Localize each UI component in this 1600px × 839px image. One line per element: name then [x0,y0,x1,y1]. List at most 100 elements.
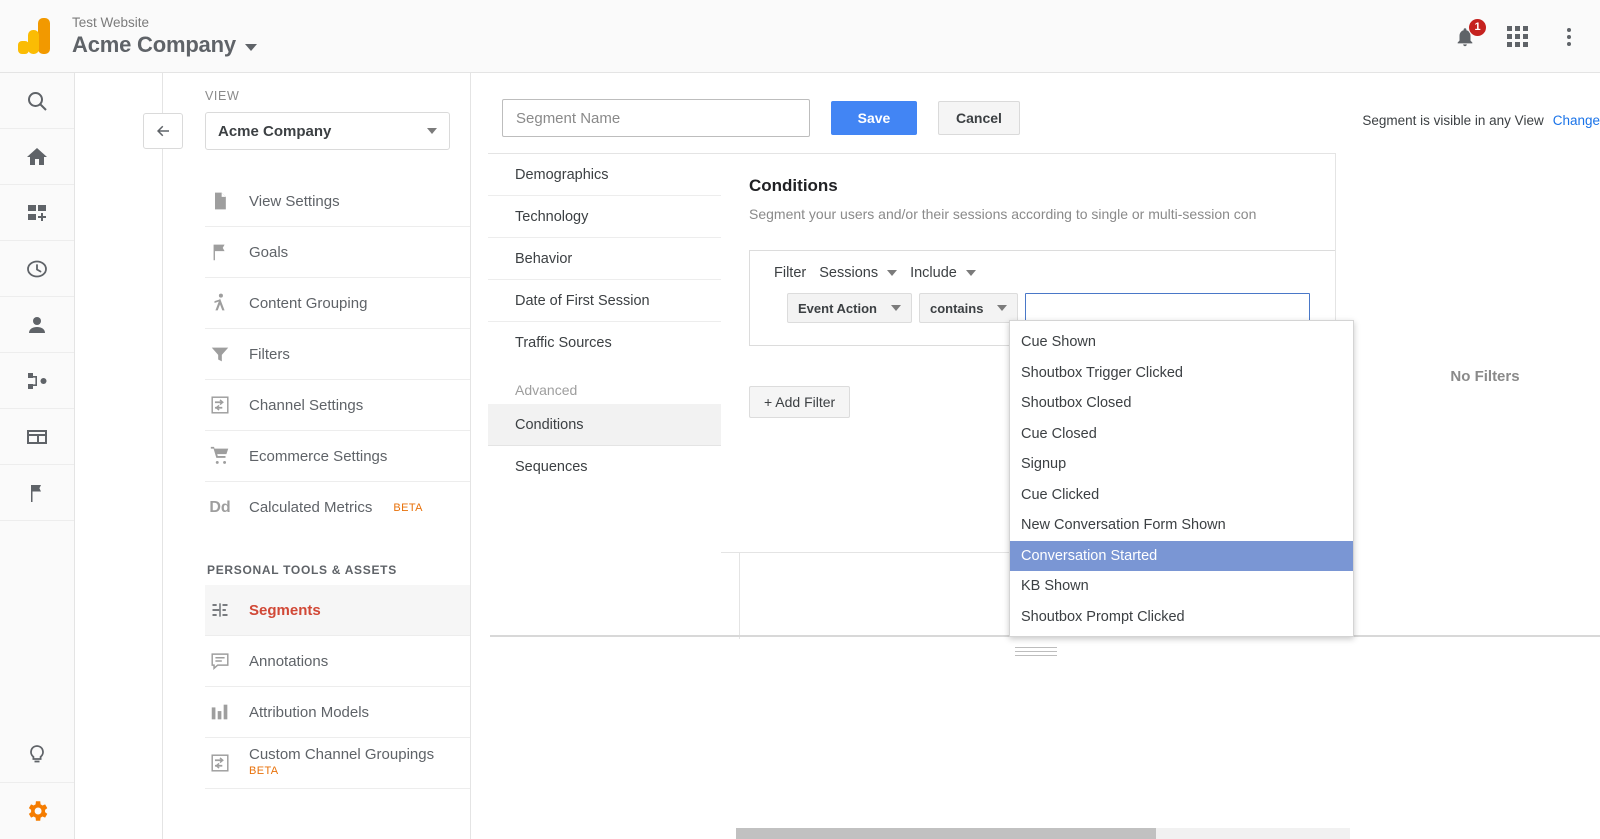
add-filter-button[interactable]: + Add Filter [749,386,850,418]
panel-resize-handle[interactable] [1015,647,1057,659]
google-analytics-logo [16,16,52,56]
top-bar: Test Website Acme Company 1 [0,0,1600,73]
dd-icon: Dd [207,499,233,517]
filter-scope-dropdown[interactable]: Sessions [819,265,897,281]
sidebar-item-label: Filters [249,346,290,363]
category-label: Traffic Sources [515,335,612,351]
annotation-icon [207,650,233,672]
sidebar-item-label-wrap: Custom Channel Groupings BETA [249,747,434,779]
cancel-button[interactable]: Cancel [938,101,1020,135]
customization-icon[interactable] [0,185,74,241]
conditions-title: Conditions [749,176,1335,196]
person-icon[interactable] [0,297,74,353]
sidebar-item-channel-settings[interactable]: Channel Settings [205,380,470,431]
sidebar-item-label: Ecommerce Settings [249,448,387,465]
sidebar-section-header: PERSONAL TOOLS & ASSETS [207,563,470,577]
sidebar-item-goals[interactable]: Goals [205,227,470,278]
category-label: Conditions [515,417,584,433]
segment-category-list: Demographics Technology Behavior Date of… [488,153,740,639]
caret-down-icon [887,270,897,276]
filter-value-input[interactable] [1025,293,1310,323]
category-label: Technology [515,209,588,225]
category-label: Demographics [515,167,609,183]
sidebar-item-filters[interactable]: Filters [205,329,470,380]
conditions-horizontal-scrollbar[interactable] [736,828,1350,839]
share-nodes-icon[interactable] [0,353,74,409]
category-item-date-of-first-session[interactable]: Date of First Session [488,280,739,322]
filter-mode-dropdown[interactable]: Include [910,265,976,281]
home-icon[interactable] [0,129,74,185]
no-filters-label: No Filters [1370,368,1600,385]
sidebar-item-attribution-models[interactable]: Attribution Models [205,687,470,738]
sidebar-item-view-settings[interactable]: View Settings [205,176,470,227]
category-label: Date of First Session [515,293,650,309]
category-group-advanced: Advanced [488,382,739,398]
apps-grid-icon[interactable] [1504,24,1530,50]
caret-down-icon [966,270,976,276]
bar-chart-icon [207,701,233,723]
caret-down-icon[interactable] [245,44,257,51]
caret-down-icon [891,305,901,311]
sidebar-item-label: Channel Settings [249,397,363,414]
account-block[interactable]: Test Website Acme Company [72,14,257,58]
filter-mode-value: Include [910,265,957,281]
sidebar-menu: View Settings Goals Content Grouping [205,176,470,789]
category-item-demographics[interactable]: Demographics [488,154,739,196]
view-selector[interactable]: Acme Company [205,112,450,150]
autocomplete-option[interactable]: Shoutbox Closed [1010,388,1353,419]
category-item-conditions[interactable]: Conditions [488,404,739,446]
category-item-behavior[interactable]: Behavior [488,238,739,280]
sidebar-item-label: Custom Channel Groupings [249,746,434,763]
search-icon[interactable] [0,73,74,129]
operator-value: contains [930,301,983,316]
flag-icon[interactable] [0,465,74,521]
top-bar-actions: 1 [1452,0,1582,73]
funnel-icon [207,343,233,365]
beta-badge: BETA [249,763,434,779]
autocomplete-option-highlighted[interactable]: Conversation Started [1010,541,1353,572]
bell-icon[interactable]: 1 [1452,24,1478,50]
event-action-autocomplete: Cue Shown Shoutbox Trigger Clicked Shout… [1009,320,1354,637]
category-item-technology[interactable]: Technology [488,196,739,238]
segments-icon [207,600,233,620]
caret-down-icon [427,128,437,134]
arrow-left-icon[interactable] [143,113,183,149]
dimension-dropdown[interactable]: Event Action [787,293,912,323]
segment-toolbar: Save Cancel [502,99,1020,137]
autocomplete-option[interactable]: Cue Closed [1010,419,1353,450]
sidebar-item-ecommerce-settings[interactable]: Ecommerce Settings [205,431,470,482]
sidebar-item-annotations[interactable]: Annotations [205,636,470,687]
autocomplete-option[interactable]: New Conversation Form Shown [1010,510,1353,541]
notification-badge: 1 [1468,18,1487,37]
category-item-sequences[interactable]: Sequences [488,446,739,488]
autocomplete-option[interactable]: Cue Clicked [1010,480,1353,511]
autocomplete-option[interactable]: Signup [1010,449,1353,480]
category-label: Behavior [515,251,572,267]
change-visibility-link[interactable]: Change [1553,113,1600,128]
sidebar-item-content-grouping[interactable]: Content Grouping [205,278,470,329]
segment-name-input[interactable] [502,99,810,137]
autocomplete-option[interactable]: KB Shown [1010,571,1353,602]
operator-dropdown[interactable]: contains [919,293,1018,323]
segment-visibility: Segment is visible in any View Change [1362,113,1600,128]
autocomplete-option[interactable]: Shoutbox Trigger Clicked [1010,358,1353,389]
kebab-menu-icon[interactable] [1556,24,1582,50]
sidebar-item-segments[interactable]: Segments [205,585,470,636]
lightbulb-icon[interactable] [0,727,74,783]
sidebar-item-calculated-metrics[interactable]: Dd Calculated Metrics BETA [205,482,470,533]
category-label: Sequences [515,459,588,475]
gear-icon[interactable] [0,783,74,839]
sidebar-item-label: Content Grouping [249,295,367,312]
caret-down-icon [997,305,1007,311]
autocomplete-option[interactable]: Shoutbox Prompt Clicked [1010,602,1353,633]
admin-sidebar: VIEW Acme Company View Settings Goals [75,73,470,839]
sidebar-item-custom-channel-groupings[interactable]: Custom Channel Groupings BETA [205,738,470,789]
clock-icon[interactable] [0,241,74,297]
category-item-traffic-sources[interactable]: Traffic Sources [488,322,739,364]
page-title: Acme Company [72,32,236,58]
filter-label: Filter [774,265,806,281]
window-icon[interactable] [0,409,74,465]
conditions-description: Segment your users and/or their sessions… [749,206,1335,222]
save-button[interactable]: Save [831,101,917,135]
autocomplete-option[interactable]: Cue Shown [1010,327,1353,358]
